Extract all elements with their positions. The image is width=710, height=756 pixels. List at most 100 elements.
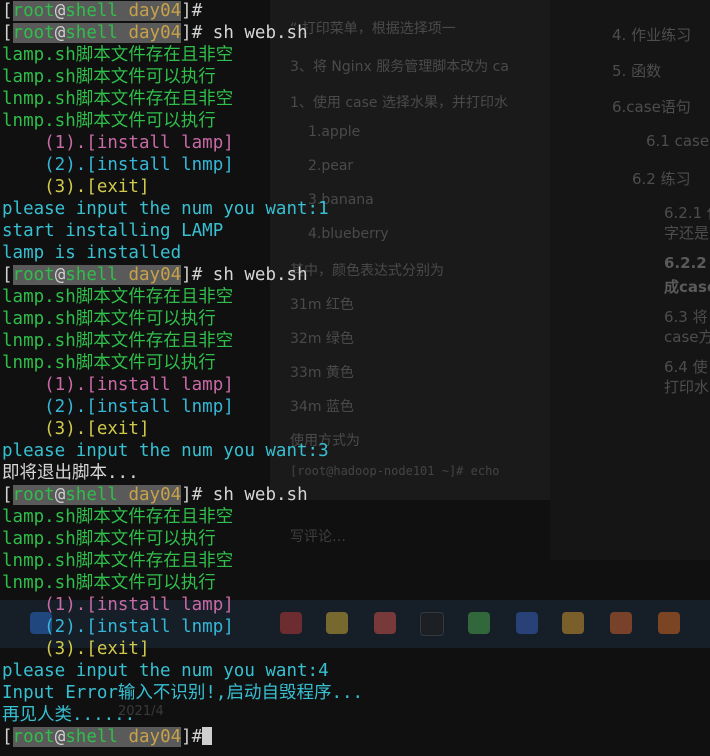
terminal-output-line: 即将退出脚本...	[2, 462, 710, 484]
terminal-output-line: lamp.sh脚本文件可以执行	[2, 66, 710, 88]
prompt-at: @	[54, 727, 66, 747]
terminal-output-text: lamp.sh脚本文件可以执行	[2, 67, 216, 87]
terminal-output-text: start installing LAMP	[2, 221, 224, 241]
terminal-output-line: lamp.sh脚本文件存在且非空	[2, 44, 710, 66]
prompt-close: ]#	[181, 265, 203, 285]
terminal-output-text: lamp is installed	[2, 243, 182, 263]
terminal-output-line: lamp.sh脚本文件存在且非空	[2, 506, 710, 528]
terminal-output-text: (1).[install lamp]	[2, 375, 234, 395]
terminal-output-line: (1).[install lamp]	[2, 594, 710, 616]
terminal-output-line: lnmp.sh脚本文件可以执行	[2, 352, 710, 374]
terminal-output-line: lnmp.sh脚本文件存在且非空	[2, 550, 710, 572]
prompt-user: root	[12, 23, 55, 43]
prompt-separator	[117, 727, 129, 747]
terminal-output-text: lamp.sh脚本文件存在且非空	[2, 507, 234, 527]
terminal-output-line: start installing LAMP	[2, 220, 710, 242]
terminal-output-text: Input Error输入不识别!,启动自毁程序...	[2, 683, 364, 703]
terminal-output-text: lamp.sh脚本文件可以执行	[2, 309, 216, 329]
terminal-output-text: lnmp.sh脚本文件可以执行	[2, 111, 216, 131]
prompt-close: ]#	[181, 485, 203, 505]
terminal-output-text: (1).[install lamp]	[2, 133, 234, 153]
prompt-open-bracket: [	[2, 1, 13, 21]
terminal-output-line: please input the num you want:3	[2, 440, 710, 462]
terminal-prompt-line: [root@shell day04]# sh web.sh	[2, 484, 710, 506]
prompt-open-bracket: [	[2, 23, 13, 43]
terminal-output-text: 再见人类......	[2, 705, 136, 725]
terminal-output-line: (3).[exit]	[2, 176, 710, 198]
terminal-output-line: please input the num you want:4	[2, 660, 710, 682]
prompt-user: root	[12, 485, 55, 505]
prompt-separator	[117, 1, 129, 21]
terminal-output-line: lnmp.sh脚本文件存在且非空	[2, 88, 710, 110]
terminal-output-line: lamp.sh脚本文件存在且非空	[2, 286, 710, 308]
terminal-output-text: (3).[exit]	[2, 419, 150, 439]
prompt-dir: day04	[128, 265, 182, 285]
prompt-open-bracket: [	[2, 727, 13, 747]
terminal-output-text: lamp.sh脚本文件存在且非空	[2, 45, 234, 65]
terminal-output-text: please input the num you want:4	[2, 661, 329, 681]
prompt-at: @	[54, 23, 66, 43]
screen: “ 打印菜单，根据选择项一 3、将 Nginx 服务管理脚本改为 ca 1、使用…	[0, 0, 710, 756]
prompt-dir: day04	[128, 485, 182, 505]
prompt-host: shell	[65, 727, 118, 747]
terminal-output-text: please input the num you want:3	[2, 441, 329, 461]
prompt-dir: day04	[128, 727, 182, 747]
terminal-output-text: lnmp.sh脚本文件可以执行	[2, 353, 216, 373]
terminal-command: sh web.sh	[202, 485, 308, 505]
terminal-output-line: (3).[exit]	[2, 638, 710, 660]
terminal-prompt-line: [root@shell day04]# sh web.sh	[2, 264, 710, 286]
terminal-output-line: please input the num you want:1	[2, 198, 710, 220]
terminal-output-line: lamp.sh脚本文件可以执行	[2, 308, 710, 330]
terminal-output-line: lamp is installed	[2, 242, 710, 264]
terminal-output-line: (2).[install lnmp]	[2, 154, 710, 176]
prompt-dir: day04	[128, 23, 182, 43]
prompt-at: @	[54, 1, 66, 21]
terminal-output-line: (2).[install lnmp]	[2, 616, 710, 638]
terminal-command: sh web.sh	[202, 23, 308, 43]
prompt-user: root	[12, 265, 55, 285]
prompt-user: root	[12, 727, 55, 747]
terminal-output-text: (1).[install lamp]	[2, 595, 234, 615]
prompt-host: shell	[65, 265, 118, 285]
prompt-at: @	[54, 265, 66, 285]
terminal[interactable]: [root@shell day04]# [root@shell day04]# s…	[2, 0, 710, 748]
terminal-output-line: 再见人类......	[2, 704, 710, 726]
prompt-separator	[117, 265, 129, 285]
terminal-prompt-line: [root@shell day04]#	[2, 726, 710, 748]
terminal-prompt-line: [root@shell day04]#	[2, 0, 710, 22]
prompt-close: ]#	[181, 727, 203, 747]
terminal-command: sh web.sh	[202, 265, 308, 285]
prompt-host: shell	[65, 1, 118, 21]
terminal-output-text: (3).[exit]	[2, 639, 150, 659]
prompt-user: root	[12, 1, 55, 21]
prompt-close: ]#	[181, 1, 203, 21]
terminal-output-line: lnmp.sh脚本文件可以执行	[2, 110, 710, 132]
terminal-output-text: 即将退出脚本...	[2, 463, 139, 483]
terminal-cursor	[202, 727, 213, 745]
prompt-at: @	[54, 485, 66, 505]
terminal-output-line: (1).[install lamp]	[2, 374, 710, 396]
prompt-host: shell	[65, 485, 118, 505]
prompt-separator	[117, 23, 129, 43]
prompt-separator	[117, 485, 129, 505]
prompt-dir: day04	[128, 1, 182, 21]
terminal-output-line: lnmp.sh脚本文件可以执行	[2, 572, 710, 594]
terminal-output-text: (2).[install lnmp]	[2, 617, 234, 637]
terminal-output-text: (3).[exit]	[2, 177, 150, 197]
terminal-output-line: Input Error输入不识别!,启动自毁程序...	[2, 682, 710, 704]
prompt-close: ]#	[181, 23, 203, 43]
terminal-output-line: lamp.sh脚本文件可以执行	[2, 528, 710, 550]
prompt-open-bracket: [	[2, 485, 13, 505]
terminal-output-text: lnmp.sh脚本文件存在且非空	[2, 551, 234, 571]
terminal-output-line: (1).[install lamp]	[2, 132, 710, 154]
terminal-prompt-line: [root@shell day04]# sh web.sh	[2, 22, 710, 44]
terminal-output-text: lnmp.sh脚本文件可以执行	[2, 573, 216, 593]
terminal-output-text: please input the num you want:1	[2, 199, 329, 219]
terminal-output-text: lnmp.sh脚本文件存在且非空	[2, 89, 234, 109]
terminal-output-line: (2).[install lnmp]	[2, 396, 710, 418]
prompt-host: shell	[65, 23, 118, 43]
terminal-output-line: (3).[exit]	[2, 418, 710, 440]
terminal-output-line: lnmp.sh脚本文件存在且非空	[2, 330, 710, 352]
terminal-output-text: (2).[install lnmp]	[2, 155, 234, 175]
prompt-open-bracket: [	[2, 265, 13, 285]
